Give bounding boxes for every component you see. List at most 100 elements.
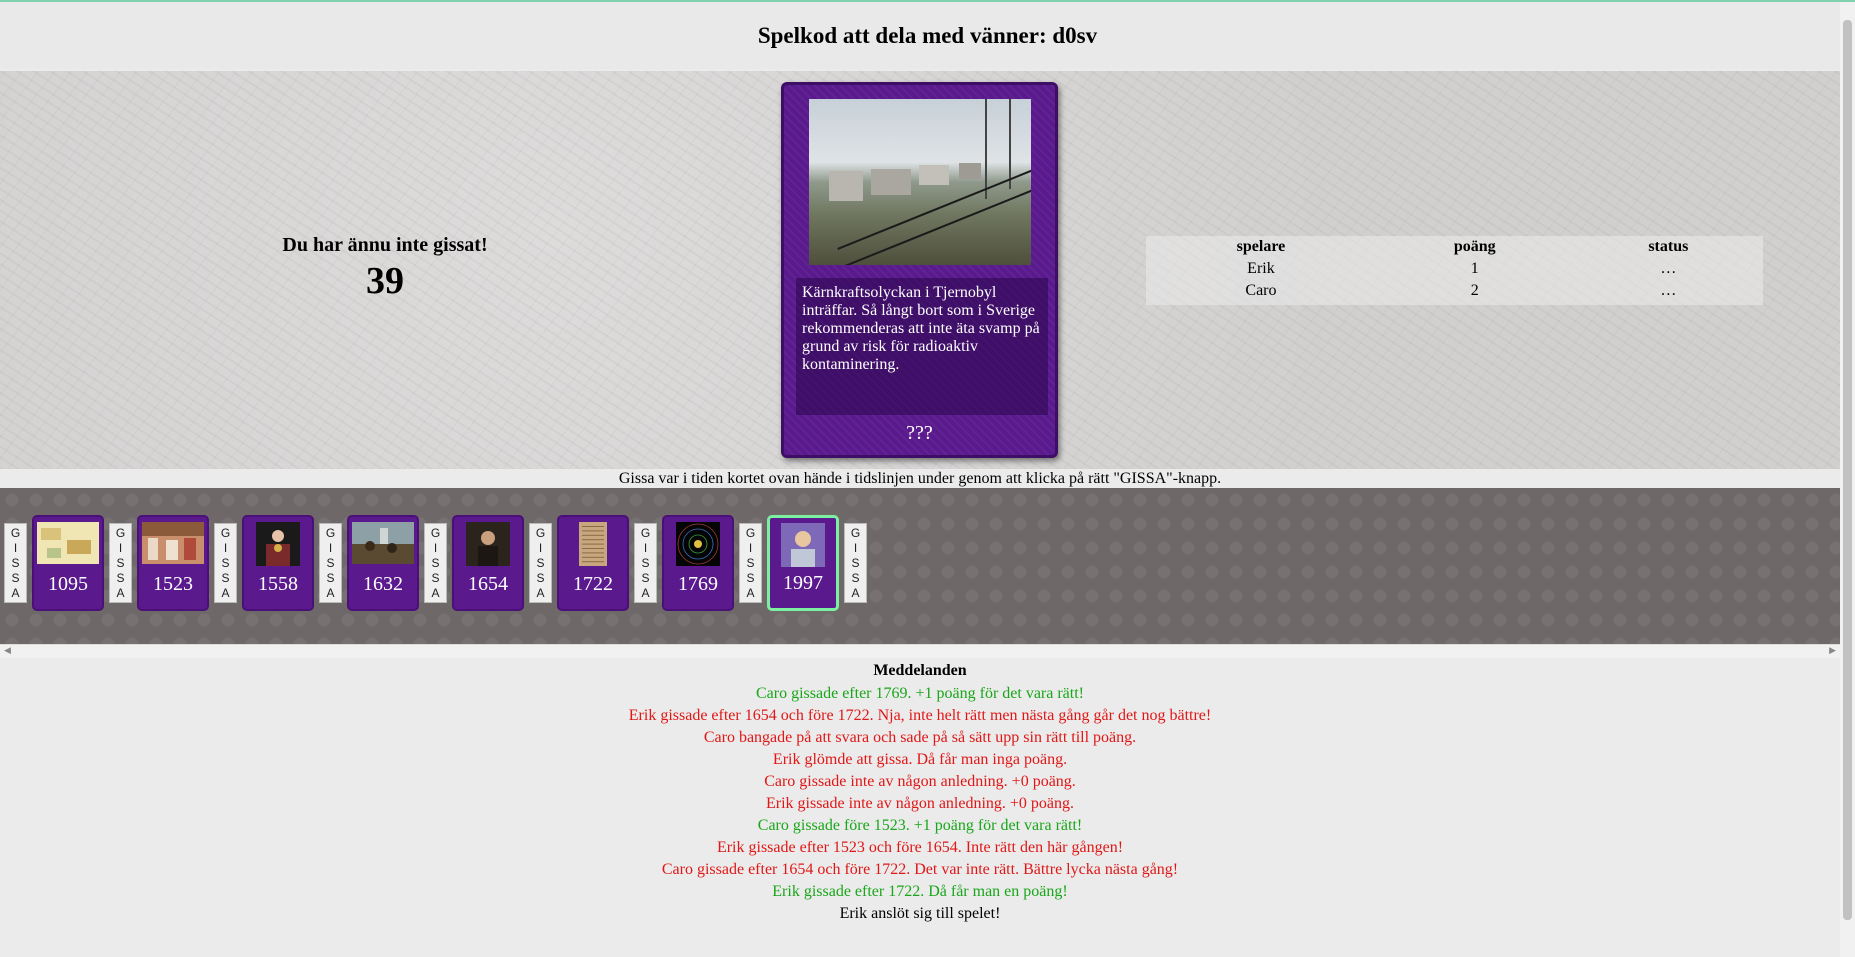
messages-panel: Meddelanden Caro gissade efter 1769. +1 … — [0, 659, 1840, 925]
column-header-player: spelare — [1236, 238, 1286, 255]
document-image — [579, 522, 607, 571]
gissa-letter: S — [746, 570, 755, 585]
gissa-letter: S — [221, 555, 230, 570]
gissa-letter: A — [221, 585, 230, 600]
portrait-man-image — [466, 522, 510, 571]
gissa-button[interactable]: GISSA — [424, 523, 447, 603]
gissa-letter: S — [326, 570, 335, 585]
vertical-scrollbar[interactable] — [1840, 2, 1855, 957]
countdown-timer: 39 — [366, 260, 404, 302]
timeline-card-year: 1523 — [153, 573, 193, 595]
guess-status: Du har ännu inte gissat! 39 — [235, 234, 535, 303]
timeline-card: 1523 — [137, 515, 209, 611]
gissa-letter: S — [116, 555, 125, 570]
timeline-card: 1558 — [242, 515, 314, 611]
gissa-letter: I — [13, 540, 18, 555]
gissa-button[interactable]: GISSA — [529, 523, 552, 603]
gissa-letter: I — [748, 540, 753, 555]
gissa-letter: S — [431, 570, 440, 585]
card-description: Kärnkraftsolyckan i Tjernobyl inträffar.… — [796, 278, 1048, 415]
timeline-card-year: 1722 — [573, 573, 613, 595]
gissa-letter: G — [640, 525, 651, 540]
column-header-points: poäng — [1453, 238, 1496, 255]
gissa-letter: S — [11, 570, 20, 585]
gissa-letter: S — [641, 555, 650, 570]
portrait-queen-image — [256, 522, 300, 571]
scroll-right-icon[interactable]: ▶ — [1829, 646, 1836, 656]
gissa-letter: A — [746, 585, 755, 600]
message-item: Caro gissade efter 1769. +1 poäng för de… — [755, 685, 1084, 702]
timeline-card: 1095 — [32, 515, 104, 611]
portrait-woman-image — [781, 523, 825, 572]
gissa-letter: G — [430, 525, 441, 540]
current-card: Kärnkraftsolyckan i Tjernobyl inträffar.… — [781, 82, 1058, 458]
card-photo — [809, 99, 1031, 265]
scroll-left-icon[interactable]: ◀ — [4, 646, 11, 656]
player-points: 2 — [1470, 282, 1479, 299]
scoreboard-header-row: spelare poäng status — [1146, 236, 1763, 258]
gissa-letter: G — [850, 525, 861, 540]
gissa-letter: S — [851, 555, 860, 570]
message-item: Erik glömde att gissa. Då får man inga p… — [772, 751, 1068, 768]
message-item: Erik anslöt sig till spelet! — [839, 905, 1001, 922]
card-year: ??? — [906, 422, 933, 444]
messages-list: Caro gissade efter 1769. +1 poäng för de… — [0, 683, 1840, 925]
gissa-letter: A — [11, 585, 20, 600]
gissa-letter: S — [326, 555, 335, 570]
scoreboard: spelare poäng status Erik 1 … Caro 2 … — [1146, 236, 1763, 305]
gissa-button[interactable]: GISSA — [319, 523, 342, 603]
game-code-title: Spelkod att dela med vänner: d0sv — [757, 22, 1098, 48]
timeline[interactable]: G I S S A 1095 G I S S A 1523 G I S S A 1558 G I S S A 1632 G I S S… — [0, 488, 1840, 644]
guess-status-message: Du har ännu inte gissat! — [282, 234, 488, 256]
gissa-button[interactable]: GISSA — [634, 523, 657, 603]
gissa-button[interactable]: GISSA — [739, 523, 762, 603]
gissa-letter: G — [745, 525, 756, 540]
painting-crowd-image — [142, 522, 204, 569]
timeline-card: 1654 — [452, 515, 524, 611]
player-name: Caro — [1245, 282, 1277, 299]
timeline-card-year: 1654 — [468, 573, 508, 595]
message-item: Erik gissade efter 1654 och före 1722. N… — [628, 707, 1212, 724]
instruction-text: Gissa var i tiden kortet ovan hände i ti… — [618, 470, 1222, 487]
battle-painting-image — [352, 522, 414, 569]
player-name: Erik — [1247, 260, 1275, 277]
timeline-card-year: 1095 — [48, 573, 88, 595]
gissa-button[interactable]: GISSA — [844, 523, 867, 603]
gissa-letter: A — [326, 585, 335, 600]
gissa-letter: G — [325, 525, 336, 540]
timeline-card: 1769 — [662, 515, 734, 611]
gissa-letter: A — [116, 585, 125, 600]
gissa-letter: I — [853, 540, 858, 555]
gissa-letter: S — [851, 570, 860, 585]
gissa-letter: S — [116, 570, 125, 585]
timeline-card-year: 1632 — [363, 573, 403, 595]
timeline-card-year: 1769 — [678, 573, 718, 595]
message-item: Caro gissade efter 1654 och före 1722. D… — [661, 861, 1179, 878]
gissa-button[interactable]: GISSA — [214, 523, 237, 603]
gissa-button[interactable]: GISSA — [4, 523, 27, 603]
gissa-letter: S — [536, 555, 545, 570]
solar-system-image — [676, 522, 720, 571]
horizontal-scrollbar[interactable]: ◀ ▶ — [0, 644, 1840, 658]
player-points: 1 — [1470, 260, 1479, 277]
timeline-card: 1722 — [557, 515, 629, 611]
gissa-letter: I — [433, 540, 438, 555]
gissa-letter: S — [431, 555, 440, 570]
message-item: Erik gissade inte av någon anledning. +0… — [765, 795, 1075, 812]
gissa-letter: G — [220, 525, 231, 540]
message-item: Caro bangade på att svara och sade på så… — [703, 729, 1137, 746]
gissa-button[interactable]: GISSA — [109, 523, 132, 603]
gissa-letter: I — [223, 540, 228, 555]
gissa-letter: A — [851, 585, 860, 600]
scrollbar-thumb[interactable] — [1843, 20, 1852, 920]
gissa-letter: I — [118, 540, 123, 555]
gissa-letter: S — [641, 570, 650, 585]
message-item: Caro gissade inte av någon anledning. +0… — [764, 773, 1076, 790]
gissa-letter: A — [536, 585, 545, 600]
timeline-card: 1632 — [347, 515, 419, 611]
gissa-letter: S — [536, 570, 545, 585]
timeline-card: 1997 — [767, 515, 839, 611]
game-stage: Du har ännu inte gissat! 39 Kärnkraftsol… — [0, 71, 1840, 469]
player-status: … — [1660, 260, 1677, 277]
gissa-letter: I — [538, 540, 543, 555]
